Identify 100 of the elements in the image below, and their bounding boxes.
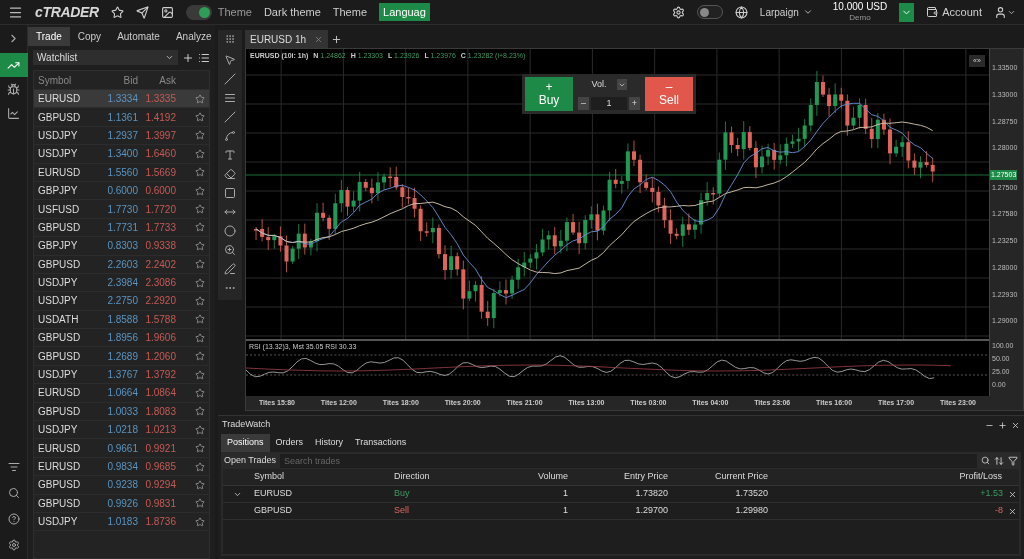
settings-icon[interactable] (7, 539, 20, 551)
volume-field[interactable]: 1 (591, 96, 627, 110)
watchlist-row[interactable]: USDJPY 2.2750 2.2920 (34, 292, 209, 311)
tradewatch-tab[interactable]: Positions (221, 434, 270, 452)
image-icon[interactable] (160, 5, 174, 19)
tradewatch-tab[interactable]: Orders (269, 434, 310, 452)
star-icon[interactable] (195, 167, 205, 178)
star-icon[interactable] (195, 387, 205, 398)
star-icon[interactable] (195, 130, 205, 141)
watchlist-row[interactable]: GBPUSD 2.2603 2.2402 (34, 255, 209, 274)
star-icon[interactable] (195, 406, 205, 417)
star-icon[interactable] (195, 479, 205, 490)
watchlist-row[interactable]: USDJPY 1.3767 1.3792 (34, 365, 209, 385)
new-tab-icon[interactable] (331, 33, 343, 45)
help-icon[interactable] (7, 513, 20, 525)
star-icon[interactable] (195, 461, 205, 472)
star-icon[interactable] (195, 424, 205, 435)
drag-handle-icon[interactable] (225, 34, 235, 44)
star-icon[interactable] (195, 498, 205, 509)
watchlist-row[interactable]: GBPJPY 0.8303 0.9338 (34, 237, 209, 256)
star-icon[interactable] (195, 369, 205, 380)
decrease-button[interactable]: – (578, 96, 589, 110)
watchlist-row[interactable]: EURUSD 0.9834 0.9685 (34, 457, 209, 477)
watchlist-row[interactable]: GBPUSD 1.1361 1.4192 (34, 108, 209, 127)
globe-icon[interactable] (734, 5, 748, 19)
chart-tab[interactable]: EURUSD 1h (245, 30, 329, 48)
star-icon[interactable] (195, 314, 205, 325)
theme-toggle[interactable] (185, 4, 212, 20)
increase-button[interactable]: + (629, 96, 640, 110)
panel-tab[interactable]: Trade (28, 27, 70, 46)
panel-tab[interactable]: Automate (109, 27, 168, 46)
sell-button[interactable]: – Sell (645, 77, 693, 111)
star-icon[interactable] (195, 332, 205, 343)
watchlist-row[interactable]: USDJPY 1.0183 1.8736 (34, 513, 209, 532)
filter-icon[interactable] (1008, 455, 1018, 466)
star-icon[interactable] (195, 185, 205, 196)
account-button[interactable]: Account (926, 3, 982, 21)
square-icon[interactable] (224, 187, 236, 199)
star-icon[interactable] (195, 222, 205, 233)
trend-line-icon[interactable] (224, 111, 236, 123)
account-selector[interactable]: Larpaign (759, 4, 813, 20)
settings-icon[interactable] (671, 5, 685, 19)
send-icon[interactable] (135, 5, 149, 19)
watchlist-row[interactable]: GBPUSD 1.7731 1.7733 (34, 218, 209, 238)
star-icon[interactable] (195, 443, 205, 454)
sort-icon[interactable] (994, 455, 1004, 466)
cursor-icon[interactable] (224, 54, 236, 66)
theme-link[interactable]: Dark theme (263, 3, 321, 21)
watchlist-row[interactable]: EURUSD 0.9661 0.9921 (34, 439, 209, 458)
user-menu-button[interactable] (994, 5, 1016, 19)
star-icon[interactable] (195, 259, 205, 270)
circle-icon[interactable] (224, 225, 236, 237)
star-icon[interactable] (195, 516, 205, 527)
star-icon[interactable] (195, 277, 205, 288)
star-icon[interactable] (195, 204, 205, 215)
panel-tab[interactable]: Copy (69, 27, 110, 46)
volume-dropdown[interactable] (616, 79, 627, 91)
close-icon[interactable] (1011, 420, 1020, 430)
star-icon[interactable] (110, 5, 124, 19)
star-icon[interactable] (195, 93, 205, 104)
watchlist-row[interactable]: EURUSD 1.0664 1.0864 (34, 384, 209, 403)
text-icon[interactable] (224, 149, 236, 161)
star-icon[interactable] (195, 296, 205, 306)
lines-icon[interactable] (224, 92, 236, 104)
watchlist-row[interactable]: USDJPY 2.3984 2.3086 (34, 273, 209, 293)
star-icon[interactable] (195, 240, 205, 251)
tradewatch-tab[interactable]: Transactions (349, 434, 413, 452)
panel-tab[interactable]: Analyze (167, 27, 220, 46)
open-trades-filter[interactable]: Open Trades (224, 453, 277, 468)
add-icon[interactable] (998, 420, 1007, 430)
close-position-icon[interactable] (1008, 506, 1017, 516)
watchlist-row[interactable]: USDJPY 1.3400 1.6460 (34, 145, 209, 164)
search-icon[interactable] (981, 456, 990, 465)
star-icon[interactable] (195, 351, 205, 362)
watchlist-row[interactable]: GBPUSD 1.0033 1.8083 (34, 402, 209, 422)
theme-link[interactable]: Theme (332, 3, 368, 21)
eraser-icon[interactable] (224, 168, 236, 180)
curve-icon[interactable] (224, 130, 236, 142)
watchlist-row[interactable]: EURUSD 1.5560 1.5669 (34, 163, 209, 182)
close-position-icon[interactable] (1008, 489, 1017, 499)
zoom-icon[interactable] (224, 244, 236, 256)
tradewatch-tab[interactable]: History (309, 434, 350, 452)
list-icon[interactable] (7, 461, 20, 473)
add-icon[interactable] (182, 51, 194, 64)
menu-icon[interactable] (8, 4, 23, 20)
watchlist-row[interactable]: USDJPY 1.0218 1.0213 (34, 421, 209, 440)
watchlist-row[interactable]: EURUSD 1.3334 1.3335 (34, 90, 209, 109)
line-icon[interactable] (224, 73, 236, 85)
watchlist-row[interactable]: GBPUSD 0.9238 0.9294 (34, 476, 209, 495)
pen-icon[interactable] (224, 263, 236, 275)
watchlist-row[interactable]: USDATH 1.8588 1.5788 (34, 310, 209, 330)
star-icon[interactable] (195, 148, 205, 159)
search-field[interactable]: Search trades (280, 453, 977, 468)
settings-toggle[interactable] (696, 5, 723, 19)
trade-nav-button[interactable] (0, 53, 28, 77)
watchlist-row[interactable]: GBPJPY 0.6000 0.6000 (34, 181, 209, 201)
watchlist-dropdown[interactable]: Watchlist (33, 50, 178, 65)
deposit-dropdown-button[interactable] (899, 2, 915, 22)
watchlist-row[interactable]: GBPUSD 1.8956 1.9606 (34, 329, 209, 348)
watchlist-row[interactable]: GBPUSD 1.2689 1.2060 (34, 347, 209, 366)
